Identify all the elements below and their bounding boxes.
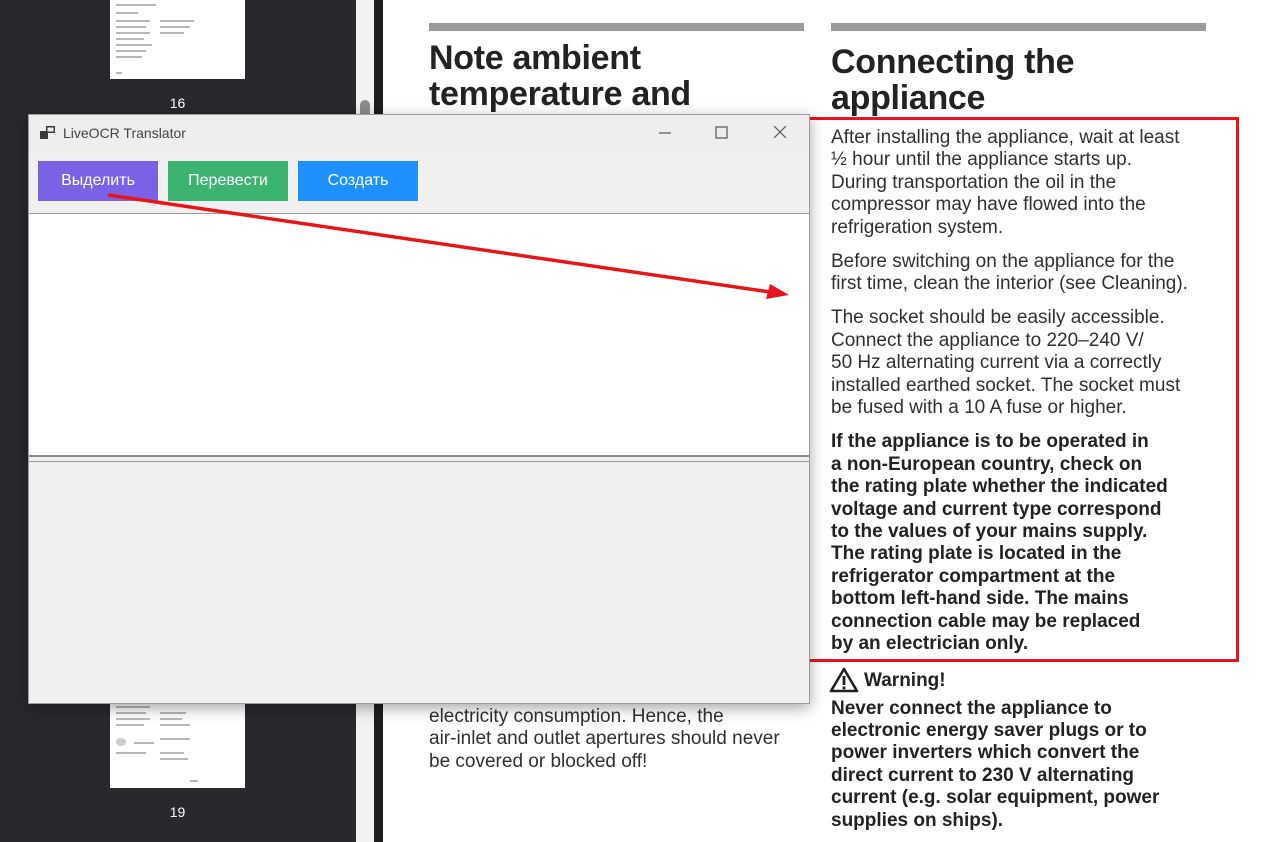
body-text-line: air-inlet and outlet apertures should ne… (429, 728, 780, 749)
maximize-icon[interactable] (709, 123, 733, 143)
left-heading-line: temperature and (429, 75, 691, 113)
select-button[interactable]: Выделить (38, 161, 158, 201)
warning-text-line: power inverters which convert the (831, 742, 1140, 763)
thumbnail-page-19[interactable] (110, 700, 245, 788)
app-icon (40, 126, 55, 139)
thumbnail-page-number: 19 (169, 804, 186, 820)
translation-output[interactable] (29, 461, 809, 703)
warning-text-line: current (e.g. solar equipment, power (831, 787, 1160, 808)
translate-button[interactable]: Перевести (168, 161, 288, 201)
ocr-text-input[interactable] (29, 213, 809, 457)
title-bar[interactable]: LiveOCR Translator (29, 115, 809, 151)
close-icon[interactable] (768, 123, 792, 143)
warning-triangle-icon (829, 667, 859, 693)
toolbar: Выделить Перевести Создать (29, 151, 809, 211)
window-title: LiveOCR Translator (63, 125, 186, 141)
warning-text-line: direct current to 230 V alternating (831, 765, 1135, 786)
ocr-selection-rectangle (801, 117, 1239, 662)
right-heading-line: Connecting the (831, 43, 1075, 81)
minimize-icon[interactable] (653, 123, 677, 143)
warning-text-line: Never connect the appliance to (831, 698, 1112, 719)
warning-text-line: electronic energy saver plugs or to (831, 720, 1147, 741)
warning-text-line: supplies on ships). (831, 810, 1004, 831)
create-button[interactable]: Создать (298, 161, 418, 201)
left-column-bar (429, 23, 804, 31)
thumbnail-page-16[interactable] (110, 0, 245, 79)
right-column-bar (831, 23, 1206, 31)
thumbnail-page-number: 16 (169, 95, 186, 111)
right-heading-line: appliance (831, 79, 986, 117)
body-text-line: be covered or blocked off! (429, 751, 648, 772)
body-text-line: electricity consumption. Hence, the (429, 706, 724, 727)
left-heading-line: Note ambient (429, 39, 641, 77)
liveocr-window: LiveOCR Translator Выделить Перевести Со… (28, 114, 810, 704)
warning-label: Warning! (864, 670, 946, 691)
